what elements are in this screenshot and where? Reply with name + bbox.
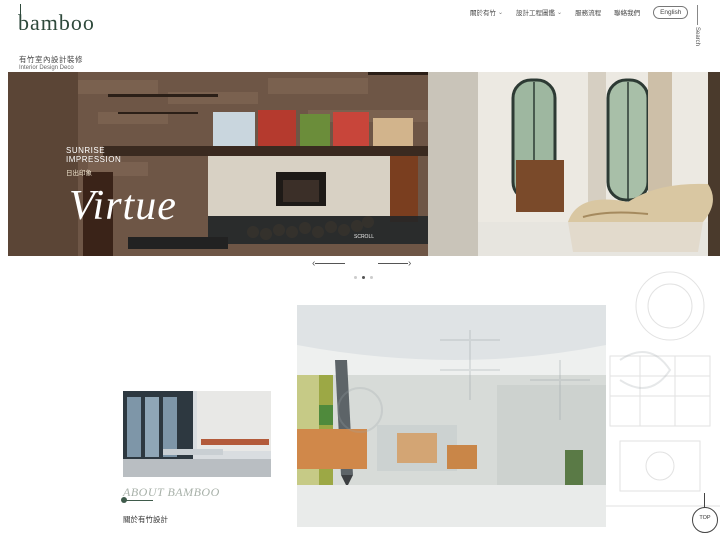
about-divider bbox=[123, 500, 153, 501]
search-toggle[interactable]: Search bbox=[692, 5, 702, 46]
hero-subtitle-cn: 日出印象 bbox=[66, 170, 92, 177]
slider-dot[interactable] bbox=[354, 276, 357, 279]
about-subtitle[interactable]: 關於有竹設計 bbox=[123, 514, 168, 525]
arrow-left-icon: ‹ bbox=[312, 258, 346, 269]
top-button-label: TOP bbox=[699, 515, 711, 521]
nav-item-label: 服務流程 bbox=[575, 10, 602, 17]
hero-slider: SUNRISE IMPRESSION 日出印象 Virtue SCROLL bbox=[8, 72, 720, 256]
nav-item-contact[interactable]: 聯絡我們 bbox=[614, 7, 640, 17]
back-to-top-button[interactable]: TOP bbox=[692, 493, 718, 533]
nav-item-about[interactable]: 關於有竹 ⌄ bbox=[470, 7, 504, 18]
about-title: ABOUT BAMBOO bbox=[123, 485, 220, 499]
scroll-label[interactable]: SCROLL bbox=[354, 234, 374, 240]
hero-title: Virtue bbox=[69, 183, 177, 229]
language-button[interactable]: English bbox=[653, 5, 689, 19]
main-nav: 關於有竹 ⌄ 設計工程圖鑑 ⌄ 服務流程 聯絡我們 English bbox=[470, 5, 689, 19]
logo[interactable]: bamboo 有竹室內設計裝修 Interior Design Deco bbox=[18, 4, 95, 71]
chevron-down-icon: ⌄ bbox=[557, 9, 563, 16]
nav-item-label: 關於有竹 bbox=[470, 10, 496, 17]
nav-item-label: 設計工程圖鑑 bbox=[516, 10, 556, 17]
hero-subtitle-en: SUNRISE IMPRESSION bbox=[66, 146, 121, 164]
nav-item-process[interactable]: 服務流程 bbox=[575, 7, 601, 17]
slider-dots bbox=[354, 276, 373, 279]
arrow-right-icon: › bbox=[378, 258, 411, 269]
prev-slide-button[interactable]: ‹ bbox=[312, 258, 346, 269]
nav-item-label: 聯絡我們 bbox=[614, 10, 641, 17]
logo-wordmark: bamboo bbox=[18, 4, 95, 42]
search-label: Search bbox=[694, 27, 700, 47]
slider-dot-active[interactable] bbox=[362, 276, 365, 279]
office-image bbox=[297, 305, 606, 527]
hero-subtitle-en-line2: IMPRESSION bbox=[66, 155, 122, 164]
about-image[interactable] bbox=[123, 391, 271, 477]
logo-cn-name: 有竹室內設計裝修 bbox=[19, 55, 83, 64]
chevron-down-icon: ⌄ bbox=[498, 9, 504, 16]
logo-en-name: Interior Design Deco bbox=[19, 65, 74, 71]
slider-arrows: ‹ › bbox=[312, 258, 418, 272]
hero-subtitle-en-line1: SUNRISE bbox=[66, 146, 106, 155]
search-line-icon bbox=[696, 5, 698, 25]
slider-dot[interactable] bbox=[370, 276, 373, 279]
nav-item-portfolio[interactable]: 設計工程圖鑑 ⌄ bbox=[516, 7, 563, 18]
next-slide-button[interactable]: › bbox=[378, 258, 411, 269]
